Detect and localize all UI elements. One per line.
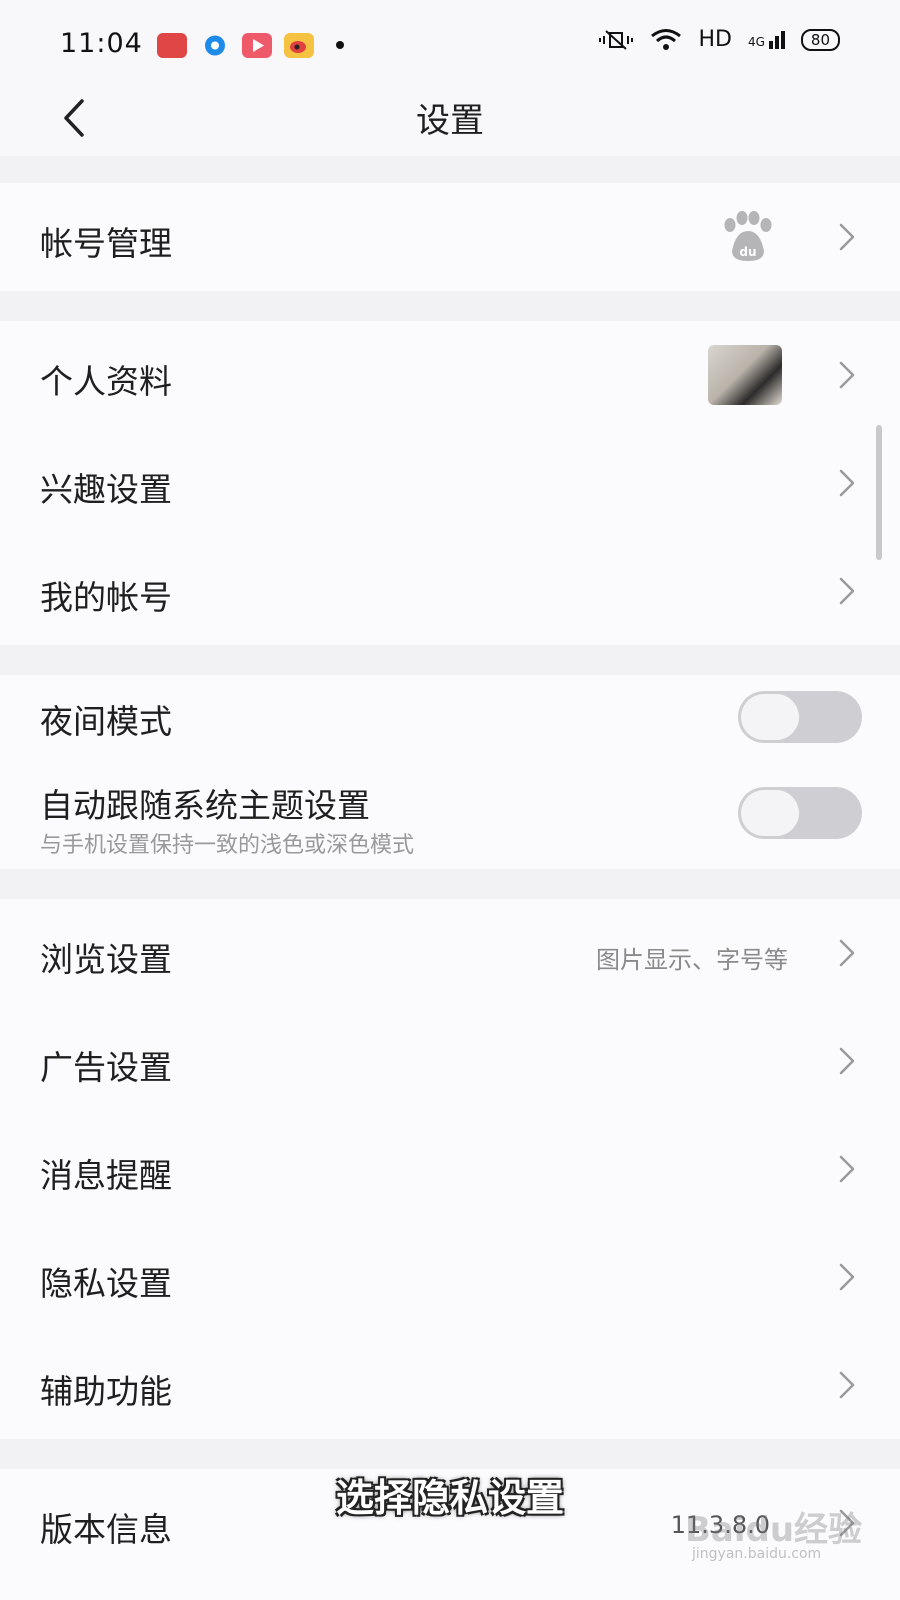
interest-settings-row[interactable]: 兴趣设置 [0,429,900,537]
chevron-right-icon [839,939,855,967]
svg-text:du: du [739,245,756,259]
privacy-settings-row[interactable]: 隐私设置 [0,1223,900,1331]
row-label: 兴趣设置 [40,470,172,509]
wifi-icon [651,28,682,50]
play-app-icon [242,33,272,58]
mute-vibrate-icon [599,29,634,50]
row-label: 隐私设置 [40,1264,172,1303]
weibo-app-icon [284,33,314,58]
watermark-url: jingyan.baidu.com [692,1546,822,1562]
account-section: 帐号管理 du [0,183,900,291]
chevron-right-icon [839,1047,855,1075]
ad-settings-row[interactable]: 广告设置 [0,1007,900,1115]
browser-app-icon [200,33,230,58]
general-section: 浏览设置 图片显示、字号等 广告设置 消息提醒 隐私设置 辅助功能 [0,899,900,1439]
toggle-knob [741,694,799,740]
night-mode-toggle[interactable] [738,691,862,743]
watermark: Baidu经验 [685,1510,863,1550]
browse-settings-row[interactable]: 浏览设置 图片显示、字号等 [0,899,900,1007]
baidu-paw-icon: du [724,211,772,261]
profile-section: 个人资料 兴趣设置 我的帐号 [0,321,900,645]
theme-section: 夜间模式 自动跟随系统主题设置 与手机设置保持一致的浅色或深色模式 [0,675,900,869]
signal-icon: 4G [747,30,785,49]
status-time: 11:04 [60,28,143,59]
chevron-right-icon [839,1263,855,1291]
battery-level: 80 [800,28,840,51]
toggle-knob [741,790,799,836]
chevron-right-icon [839,361,855,389]
row-value: 图片显示、字号等 [596,946,788,974]
auto-theme-toggle[interactable] [738,787,862,839]
row-subtitle: 与手机设置保持一致的浅色或深色模式 [40,833,415,858]
accessibility-row[interactable]: 辅助功能 [0,1331,900,1439]
scrollbar[interactable] [876,425,882,560]
signal-type: 4G [747,34,765,49]
network-type: HD [698,27,732,52]
row-label: 夜间模式 [40,702,172,741]
row-label: 消息提醒 [40,1156,172,1195]
night-mode-row: 夜间模式 [0,675,900,759]
notification-settings-row[interactable]: 消息提醒 [0,1115,900,1223]
row-label: 辅助功能 [40,1372,172,1411]
row-label: 个人资料 [40,362,172,401]
row-label: 自动跟随系统主题设置 [40,786,370,825]
row-label: 我的帐号 [40,578,172,617]
avatar [708,345,782,405]
chevron-right-icon [839,1371,855,1399]
notification-dot [336,41,344,49]
status-bar: 11:04 HD 4G 80 [0,0,900,90]
video-app-icon [157,33,187,58]
chevron-right-icon [839,469,855,497]
profile-row[interactable]: 个人资料 [0,321,900,429]
account-management-row[interactable]: 帐号管理 du [0,183,900,291]
auto-theme-row: 自动跟随系统主题设置 与手机设置保持一致的浅色或深色模式 [0,759,900,869]
row-label: 浏览设置 [40,940,172,979]
chevron-right-icon [839,1155,855,1183]
status-indicators: HD 4G 80 [598,27,840,52]
chevron-right-icon [839,577,855,605]
nav-bar: 设置 [0,90,900,156]
row-label: 帐号管理 [40,224,172,263]
page-title: 设置 [416,101,484,141]
my-account-row[interactable]: 我的帐号 [0,537,900,645]
chevron-right-icon [839,223,855,251]
row-label: 广告设置 [40,1048,172,1087]
